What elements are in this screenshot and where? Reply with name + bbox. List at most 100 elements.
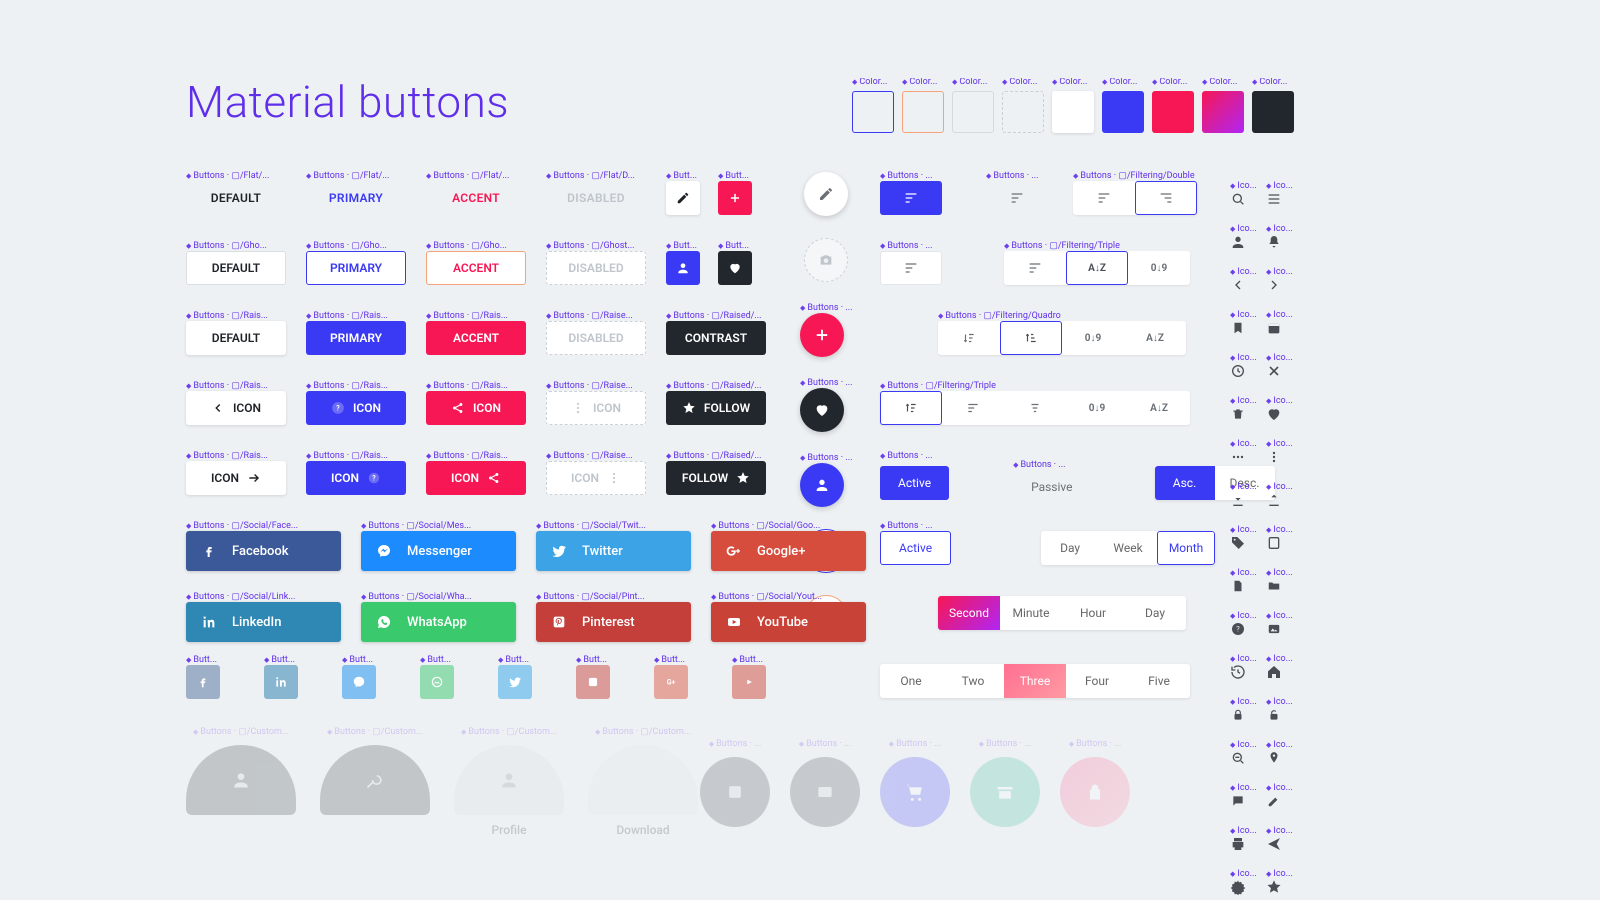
gc1[interactable] bbox=[700, 757, 770, 827]
seg-minute[interactable]: Minute bbox=[1000, 596, 1062, 630]
pencil-icon[interactable] bbox=[1266, 793, 1282, 809]
filter-q1[interactable] bbox=[938, 321, 1000, 355]
custombtn[interactable] bbox=[320, 745, 430, 815]
flat-default[interactable]: DEFAULT bbox=[186, 181, 286, 215]
more-vert-icon[interactable] bbox=[1266, 449, 1282, 465]
raised-primary[interactable]: PRIMARY bbox=[306, 321, 406, 355]
swatch-white[interactable] bbox=[1052, 91, 1094, 133]
seg-three[interactable]: Three bbox=[1004, 664, 1066, 698]
iconbtn-person[interactable] bbox=[666, 251, 700, 285]
home-icon[interactable] bbox=[1266, 664, 1282, 680]
print-icon[interactable] bbox=[1230, 836, 1246, 852]
raised-follow-contrast[interactable]: FOLLOW bbox=[666, 391, 766, 425]
tag-icon[interactable] bbox=[1230, 535, 1246, 551]
seg-hour[interactable]: Hour bbox=[1062, 596, 1124, 630]
heart-icon[interactable] bbox=[1266, 406, 1282, 422]
close-icon[interactable] bbox=[1266, 363, 1282, 379]
social-twitter[interactable]: Twitter bbox=[536, 531, 691, 571]
social-linkedin[interactable]: LinkedIn bbox=[186, 602, 341, 642]
filter-align-on[interactable] bbox=[880, 181, 942, 215]
iconbtn-add[interactable] bbox=[718, 181, 752, 215]
download-icon[interactable] bbox=[1230, 492, 1246, 508]
gear-icon[interactable] bbox=[1230, 879, 1246, 895]
ghost-primary[interactable]: PRIMARY bbox=[306, 251, 406, 285]
pin-icon[interactable] bbox=[1266, 750, 1282, 766]
filter-align-off[interactable] bbox=[986, 181, 1048, 215]
ghost-accent[interactable]: ACCENT bbox=[426, 251, 526, 285]
fab-person-primary[interactable] bbox=[800, 463, 844, 507]
unlock-icon[interactable] bbox=[1266, 707, 1282, 723]
sq-ms[interactable] bbox=[342, 665, 376, 699]
seg-day[interactable]: Day bbox=[1124, 596, 1186, 630]
seg-month[interactable]: Month bbox=[1157, 531, 1215, 565]
swatch-accent[interactable] bbox=[1152, 91, 1194, 133]
swatch-outline-dashed[interactable] bbox=[1002, 91, 1044, 133]
file-icon[interactable] bbox=[1230, 578, 1246, 594]
fw5[interactable]: A↓Z bbox=[1128, 391, 1190, 425]
chip-passive[interactable]: Passive bbox=[1013, 470, 1090, 504]
send-icon[interactable] bbox=[1266, 836, 1282, 852]
custombtn[interactable] bbox=[454, 745, 564, 815]
upload-icon[interactable] bbox=[1266, 492, 1282, 508]
raised-iconr-accent[interactable]: ICON bbox=[426, 461, 526, 495]
fw4[interactable]: 0↓9 bbox=[1066, 391, 1128, 425]
seg-asc[interactable]: Asc. bbox=[1155, 466, 1215, 500]
image-icon[interactable] bbox=[1266, 621, 1282, 637]
seg-five[interactable]: Five bbox=[1128, 664, 1190, 698]
raised-default[interactable]: DEFAULT bbox=[186, 321, 286, 355]
more-horiz-icon[interactable] bbox=[1230, 449, 1246, 465]
swatch-contrast[interactable] bbox=[1252, 91, 1294, 133]
ghost-default[interactable]: DEFAULT bbox=[186, 251, 286, 285]
fw2[interactable] bbox=[942, 391, 1004, 425]
filter-q3[interactable]: 0↓9 bbox=[1062, 321, 1124, 355]
clock-icon[interactable] bbox=[1230, 363, 1246, 379]
fw3[interactable] bbox=[1004, 391, 1066, 425]
swatch-outline-accent[interactable] bbox=[902, 91, 944, 133]
swatch-gradient[interactable] bbox=[1202, 91, 1244, 133]
history-icon[interactable] bbox=[1230, 664, 1246, 680]
social-googleplus[interactable]: Google+ bbox=[711, 531, 866, 571]
filter-sort-az[interactable]: A↓Z bbox=[1066, 251, 1128, 285]
raised-icon-default[interactable]: ICON bbox=[186, 391, 286, 425]
social-pinterest[interactable]: Pinterest bbox=[536, 602, 691, 642]
menu-icon[interactable] bbox=[1266, 191, 1282, 207]
search-icon[interactable] bbox=[1230, 191, 1246, 207]
social-messenger[interactable]: Messenger bbox=[361, 531, 516, 571]
filter-q2[interactable] bbox=[1000, 321, 1062, 355]
sq-tw[interactable] bbox=[498, 665, 532, 699]
seg-day[interactable]: Day bbox=[1041, 531, 1099, 565]
raised-iconr-primary[interactable]: ICON ? bbox=[306, 461, 406, 495]
star-icon[interactable] bbox=[1266, 879, 1282, 895]
swatch-primary[interactable] bbox=[1102, 91, 1144, 133]
raised-contrast[interactable]: CONTRAST bbox=[666, 321, 766, 355]
bell-icon[interactable] bbox=[1266, 234, 1282, 250]
gc4[interactable] bbox=[970, 757, 1040, 827]
filter-align-left[interactable] bbox=[1073, 181, 1135, 215]
flat-primary[interactable]: PRIMARY bbox=[306, 181, 406, 215]
fab-add-accent[interactable] bbox=[800, 313, 844, 357]
arrow-right-icon[interactable] bbox=[1266, 277, 1282, 293]
calendar-icon[interactable] bbox=[1266, 320, 1282, 336]
social-whatsapp[interactable]: WhatsApp bbox=[361, 602, 516, 642]
filter-q4[interactable]: A↓Z bbox=[1124, 321, 1186, 355]
iconbtn-heart[interactable] bbox=[718, 251, 752, 285]
folder-icon[interactable] bbox=[1266, 578, 1282, 594]
tablet-icon[interactable] bbox=[1266, 535, 1282, 551]
custombtn[interactable] bbox=[186, 745, 296, 815]
gc2[interactable] bbox=[790, 757, 860, 827]
arrow-left-icon[interactable] bbox=[1230, 277, 1246, 293]
seg-week[interactable]: Week bbox=[1099, 531, 1157, 565]
custombtn[interactable] bbox=[588, 745, 698, 815]
chip-active-outline[interactable]: Active bbox=[880, 531, 951, 565]
iconbtn-edit[interactable] bbox=[666, 181, 700, 215]
social-facebook[interactable]: Facebook bbox=[186, 531, 341, 571]
sq-yt[interactable] bbox=[732, 665, 766, 699]
filter-sort-09[interactable]: 0↓9 bbox=[1128, 251, 1190, 285]
trash-icon[interactable] bbox=[1230, 406, 1246, 422]
chip-active[interactable]: Active bbox=[880, 466, 949, 500]
raised-accent[interactable]: ACCENT bbox=[426, 321, 526, 355]
seg-two[interactable]: Two bbox=[942, 664, 1004, 698]
fab-heart-contrast[interactable] bbox=[800, 388, 844, 432]
sq-wa[interactable] bbox=[420, 665, 454, 699]
sq-gp[interactable]: G+ bbox=[654, 665, 688, 699]
